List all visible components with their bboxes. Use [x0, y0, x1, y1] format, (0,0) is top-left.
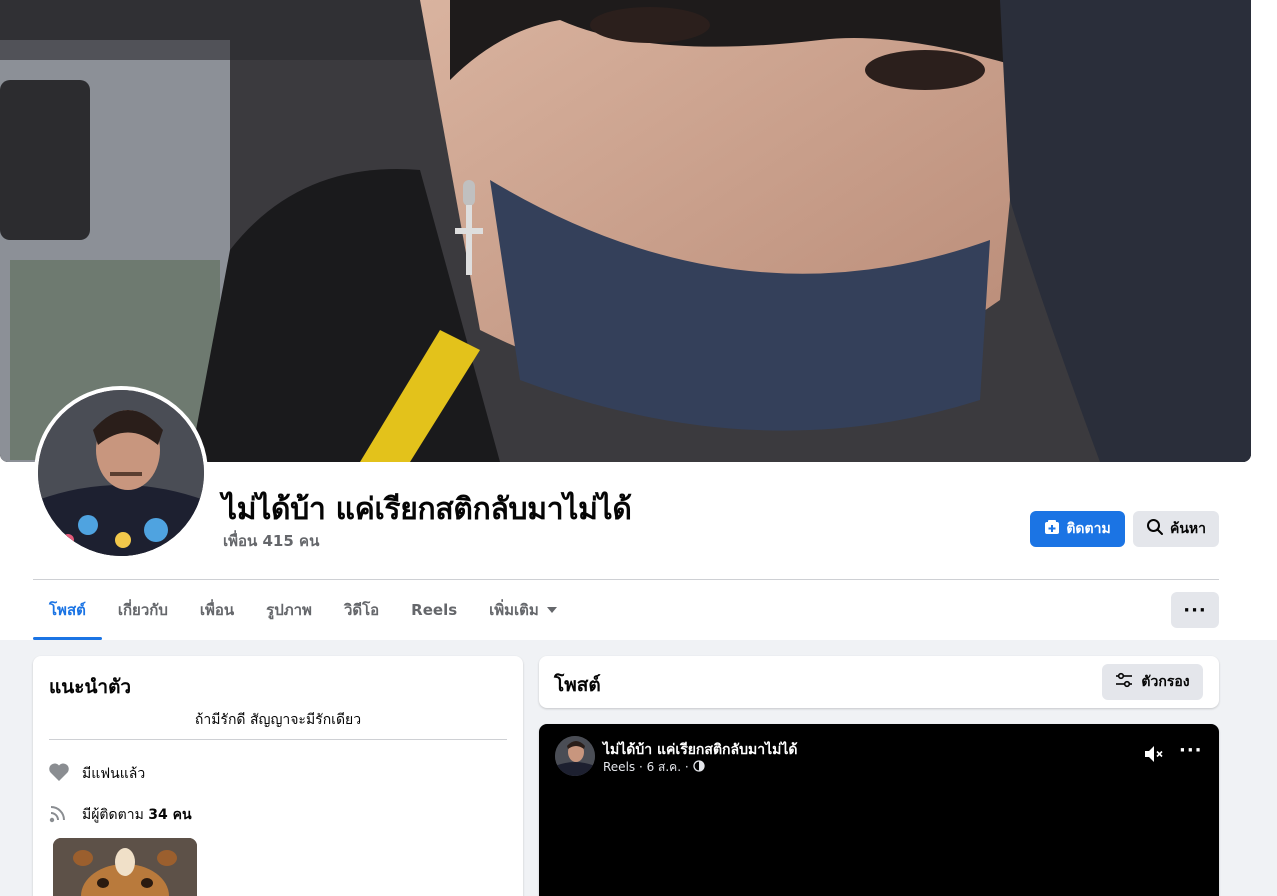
profile-tabs: โพสต์ เกี่ยวกับ เพื่อน รูปภาพ วิดีโอ Ree… — [33, 580, 573, 640]
intro-title: แนะนำตัว — [49, 676, 132, 698]
follow-button[interactable]: ติดตาม — [1030, 511, 1125, 547]
profile-name: ไม่ได้บ้า แค่เรียกสติกลับมาไม่ได้ — [222, 492, 632, 527]
tab-photos[interactable]: รูปภาพ — [250, 580, 328, 640]
follow-plus-icon — [1044, 519, 1060, 539]
tab-about[interactable]: เกี่ยวกับ — [102, 580, 184, 640]
followers-row: มีผู้ติดตาม 34 คน — [48, 803, 192, 827]
followers-text[interactable]: มีผู้ติดตาม 34 คน — [82, 804, 192, 826]
profile-avatar[interactable] — [34, 386, 208, 560]
speaker-muted-icon[interactable] — [1143, 744, 1165, 768]
relationship-status: มีแฟนแล้ว — [82, 766, 146, 782]
rss-icon — [48, 803, 70, 827]
posts-header-card: โพสต์ ตัวกรอง — [539, 656, 1219, 708]
posts-title: โพสต์ — [554, 674, 601, 696]
filter-label: ตัวกรอง — [1141, 674, 1190, 690]
search-button[interactable]: ค้นหา — [1133, 511, 1219, 547]
reel-post-card[interactable]: ไม่ได้บ้า แค่เรียกสติกลับมาไม่ได้ Reels … — [539, 724, 1219, 896]
tab-more[interactable]: เพิ่มเติม — [473, 580, 573, 640]
intro-divider — [49, 739, 507, 740]
profile-header: ไม่ได้บ้า แค่เรียกสติกลับมาไม่ได้ เพื่อน… — [0, 0, 1277, 640]
featured-photo[interactable] — [53, 838, 197, 896]
sliders-icon — [1115, 672, 1133, 692]
heart-icon — [48, 762, 70, 786]
tab-friends[interactable]: เพื่อน — [184, 580, 250, 640]
search-label: ค้นหา — [1169, 521, 1207, 537]
post-meta: Reels · 6 ส.ค. · — [603, 758, 705, 777]
bio-text: ถ้ามีรักดี สัญญาจะมีรักเดียว — [194, 712, 362, 728]
relationship-row: มีแฟนแล้ว — [48, 762, 145, 786]
tab-posts[interactable]: โพสต์ — [33, 580, 102, 640]
post-meta-text[interactable]: Reels · 6 ส.ค. · — [603, 758, 689, 777]
chevron-down-icon — [546, 607, 557, 613]
friend-count[interactable]: เพื่อน 415 คน — [223, 529, 319, 553]
intro-card: แนะนำตัว ถ้ามีรักดี สัญญาจะมีรักเดียว มี… — [33, 656, 523, 896]
filter-button[interactable]: ตัวกรอง — [1102, 664, 1203, 700]
globe-icon — [693, 760, 705, 775]
cover-photo[interactable] — [0, 0, 1251, 462]
post-author-avatar[interactable] — [555, 736, 595, 776]
tab-videos[interactable]: วิดีโอ — [328, 580, 395, 640]
magnifier-icon — [1146, 518, 1164, 540]
more-options-button[interactable]: ··· — [1171, 592, 1219, 628]
tab-reels[interactable]: Reels — [395, 580, 473, 640]
post-more-button[interactable]: ··· — [1179, 742, 1203, 760]
follow-label: ติดตาม — [1066, 521, 1111, 537]
